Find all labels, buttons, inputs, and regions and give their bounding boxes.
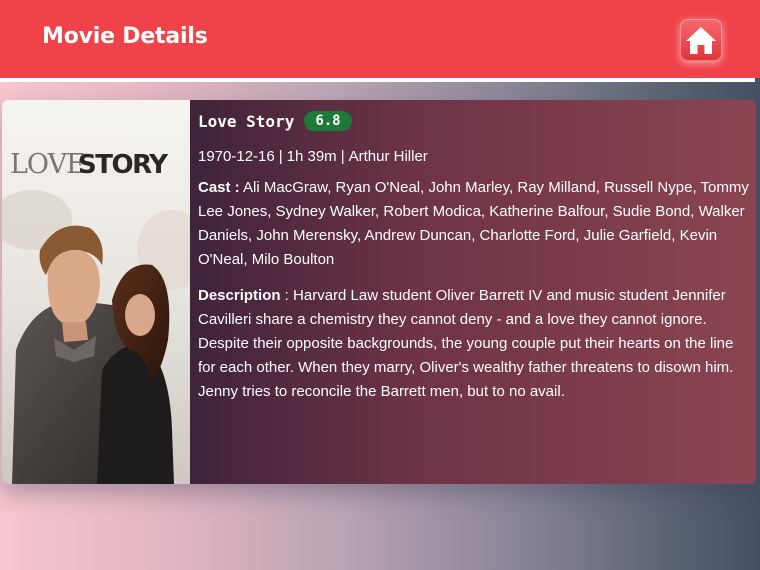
movie-poster: LOVE STORY [2, 100, 207, 484]
poster-title-story: STORY [78, 150, 169, 180]
director: Arthur Hiller [348, 148, 428, 165]
description-label: Description [198, 287, 281, 304]
home-button[interactable] [680, 19, 722, 61]
meta-separator: | [278, 148, 283, 165]
movie-meta: 1970-12-16 | 1h 39m | Arthur Hiller [198, 148, 428, 165]
cast-section: Cast : Ali MacGraw, Ryan O'Neal, John Ma… [198, 176, 750, 272]
movie-title: Love Story [198, 111, 295, 131]
poster-title-love: LOVE [10, 149, 85, 180]
header-divider [0, 78, 755, 82]
movie-card: LOVE STORY Love Story 6.8 1970-12-16 | 1… [2, 100, 756, 484]
description-section: Description : Harvard Law student Oliver… [198, 284, 750, 404]
meta-separator: | [340, 148, 345, 165]
cast-label: Cast : [198, 179, 240, 196]
runtime: 1h 39m [286, 148, 337, 165]
title-row: Love Story 6.8 [198, 111, 352, 131]
cast-list: Ali MacGraw, Ryan O'Neal, John Marley, R… [198, 179, 749, 268]
release-date: 1970-12-16 [198, 148, 275, 165]
rating-badge: 6.8 [304, 111, 352, 131]
page-title: Movie Details [42, 24, 208, 49]
home-icon [686, 27, 716, 54]
